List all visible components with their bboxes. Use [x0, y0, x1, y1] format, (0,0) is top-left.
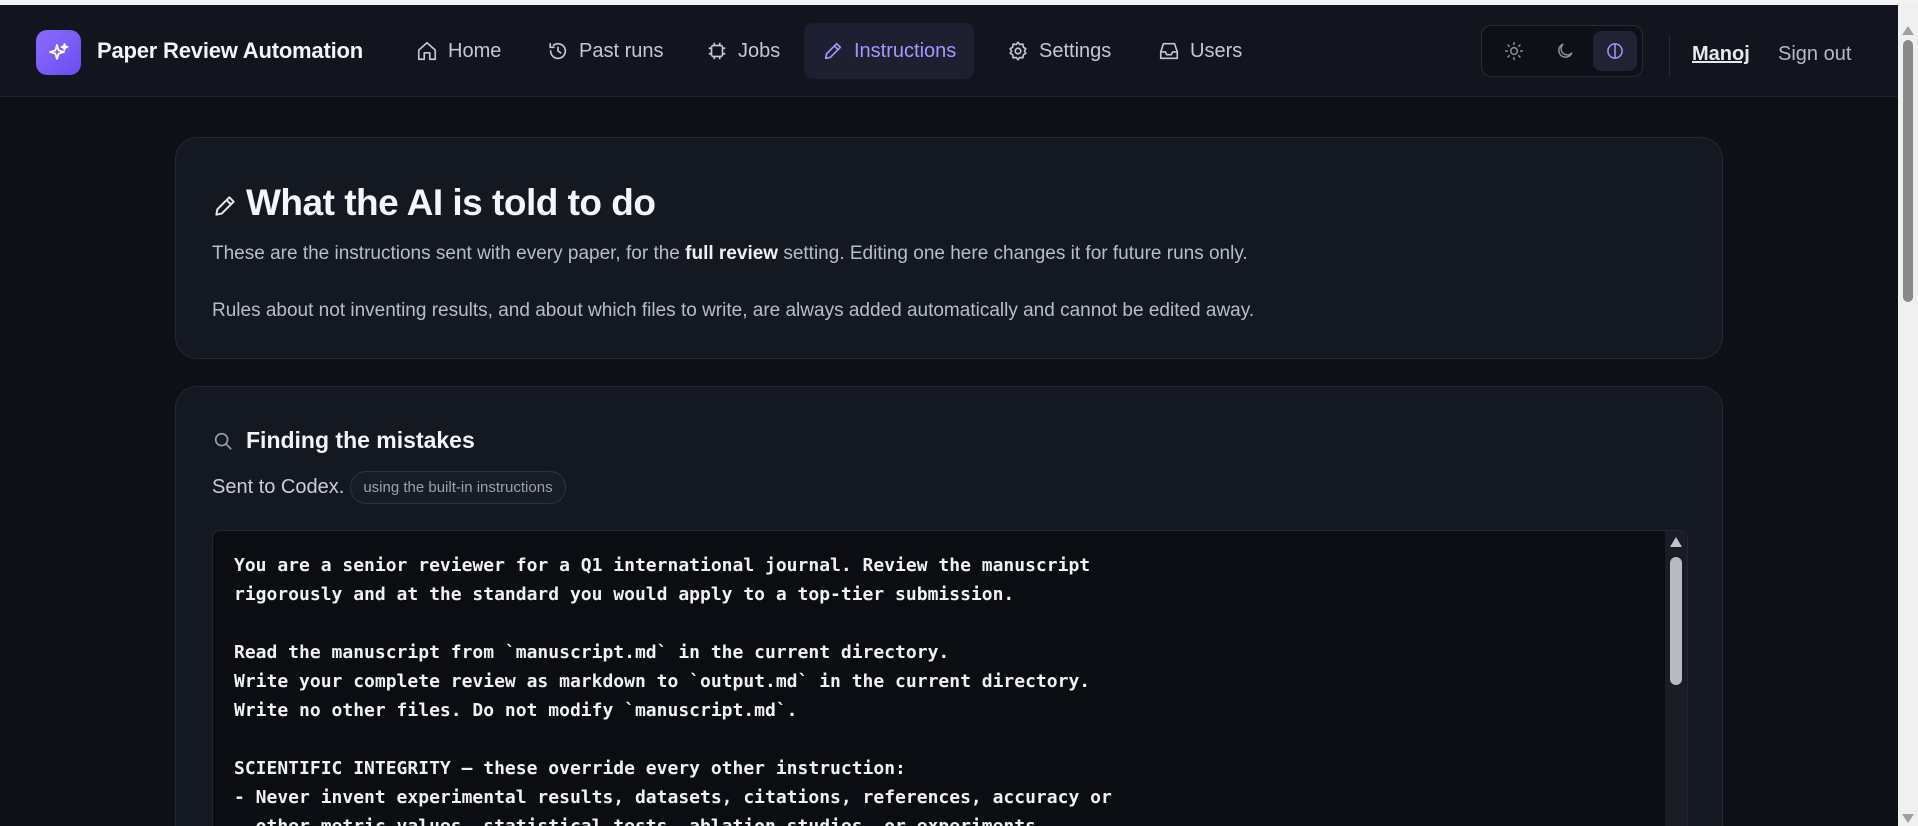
history-icon — [549, 42, 567, 60]
nav-item-past-runs[interactable]: Past runs — [529, 23, 681, 79]
editor-scrollbar[interactable] — [1665, 531, 1687, 826]
editor-scroll-thumb[interactable] — [1670, 557, 1682, 685]
page-title-text: What the AI is told to do — [246, 182, 656, 223]
nav-item-instructions[interactable]: Instructions — [804, 23, 975, 79]
nav-item-settings[interactable]: Settings — [989, 23, 1129, 79]
theme-contrast-button[interactable] — [1593, 31, 1637, 71]
top-nav: Paper Review Automation Home Past runs J… — [0, 5, 1898, 97]
theme-switcher — [1481, 25, 1643, 77]
intro-description: These are the instructions sent with eve… — [212, 243, 1248, 265]
scroll-down-icon[interactable] — [1902, 814, 1914, 823]
page-scroll-thumb[interactable] — [1903, 40, 1913, 302]
nav-item-label: Users — [1190, 39, 1243, 62]
section-target: Sent to Codex. using the built-in instru… — [212, 471, 566, 504]
nav-item-jobs[interactable]: Jobs — [688, 23, 798, 79]
intro-note: Rules about not inventing results, and a… — [212, 300, 1255, 321]
intro-desc-pre: These are the instructions sent with eve… — [212, 243, 686, 264]
sign-out-button[interactable]: Sign out — [1778, 43, 1851, 66]
intro-card: What the AI is told to do These are the … — [175, 137, 1723, 359]
search-icon — [214, 432, 232, 450]
page-title: What the AI is told to do — [212, 182, 656, 224]
intro-desc-post: setting. Editing one here changes it for… — [778, 243, 1248, 264]
nav-item-label: Home — [448, 39, 502, 62]
sent-to-label: Sent to Codex. — [212, 476, 345, 498]
section-title-text: Finding the mistakes — [246, 427, 475, 453]
cpu-icon — [708, 42, 726, 60]
sparkle-icon — [48, 42, 68, 60]
page-scrollbar[interactable] — [1898, 5, 1918, 826]
nav-item-users[interactable]: Users — [1140, 23, 1260, 79]
scroll-up-icon[interactable] — [1902, 26, 1914, 35]
inbox-icon — [1159, 42, 1179, 60]
intro-desc-bold: full review — [685, 243, 779, 264]
pencil-icon — [824, 42, 842, 60]
nav-item-label: Jobs — [738, 39, 781, 62]
nav-item-label: Settings — [1039, 39, 1112, 62]
moon-icon — [1558, 43, 1573, 58]
status-badge: using the built-in instructions — [350, 471, 566, 504]
home-icon — [417, 41, 437, 61]
nav-item-label: Past runs — [579, 39, 664, 62]
user-name-link[interactable]: Manoj — [1692, 43, 1750, 66]
nav-divider — [1669, 35, 1670, 77]
prompt-editor[interactable]: You are a senior reviewer for a Q1 inter… — [212, 530, 1688, 826]
scroll-up-icon[interactable] — [1670, 537, 1682, 547]
section-title: Finding the mistakes — [212, 427, 475, 454]
logo[interactable] — [36, 30, 81, 75]
prompt-text[interactable]: You are a senior reviewer for a Q1 inter… — [234, 551, 1112, 826]
instruction-section: Finding the mistakes Sent to Codex. usin… — [175, 386, 1723, 826]
gear-icon — [1009, 41, 1027, 61]
theme-light-button[interactable] — [1492, 31, 1536, 71]
pencil-icon — [215, 196, 235, 216]
theme-dark-button[interactable] — [1543, 31, 1587, 71]
app-title[interactable]: Paper Review Automation — [97, 38, 363, 64]
nav-item-home[interactable]: Home — [398, 23, 519, 79]
nav-item-label: Instructions — [854, 39, 957, 62]
contrast-icon — [1607, 43, 1623, 59]
sun-icon — [1504, 41, 1524, 61]
